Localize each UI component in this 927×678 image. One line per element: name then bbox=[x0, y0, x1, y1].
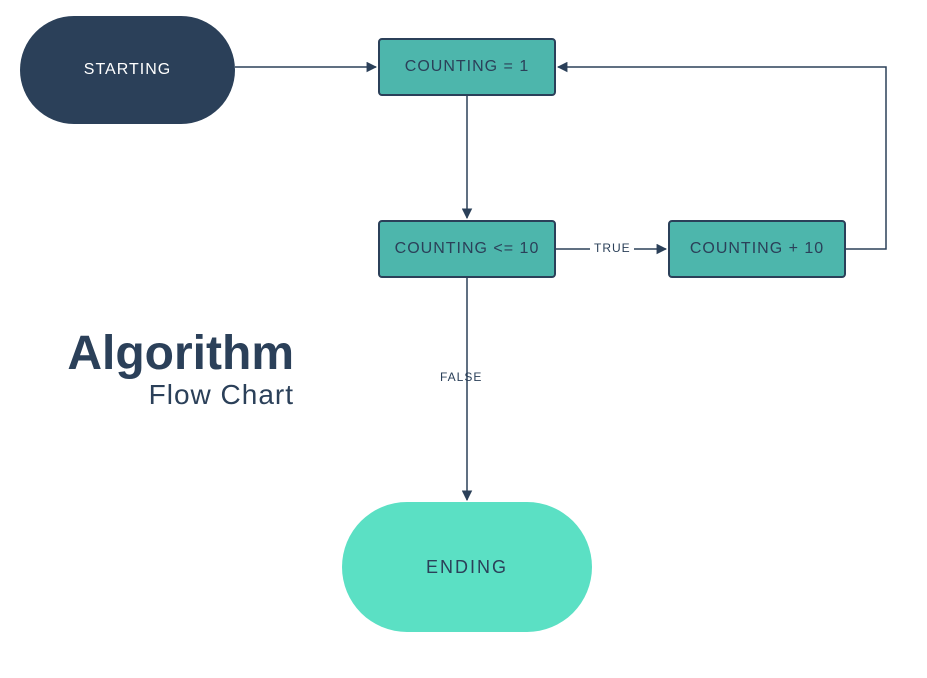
end-node: ENDING bbox=[342, 502, 592, 632]
init-node: COUNTING = 1 bbox=[378, 38, 556, 96]
edge-label-false: FALSE bbox=[440, 370, 482, 384]
start-node: STARTING bbox=[20, 16, 235, 124]
condition-label: COUNTING <= 10 bbox=[395, 240, 540, 258]
edge-label-true: TRUE bbox=[594, 241, 631, 255]
title-main: Algorithm bbox=[34, 326, 294, 381]
increment-label: COUNTING + 10 bbox=[690, 240, 824, 258]
diagram-title: Algorithm Flow Chart bbox=[34, 326, 294, 411]
end-label: ENDING bbox=[426, 557, 508, 578]
increment-node: COUNTING + 10 bbox=[668, 220, 846, 278]
condition-node: COUNTING <= 10 bbox=[378, 220, 556, 278]
start-label: STARTING bbox=[84, 61, 171, 79]
init-label: COUNTING = 1 bbox=[405, 58, 529, 76]
title-sub: Flow Chart bbox=[34, 379, 294, 411]
